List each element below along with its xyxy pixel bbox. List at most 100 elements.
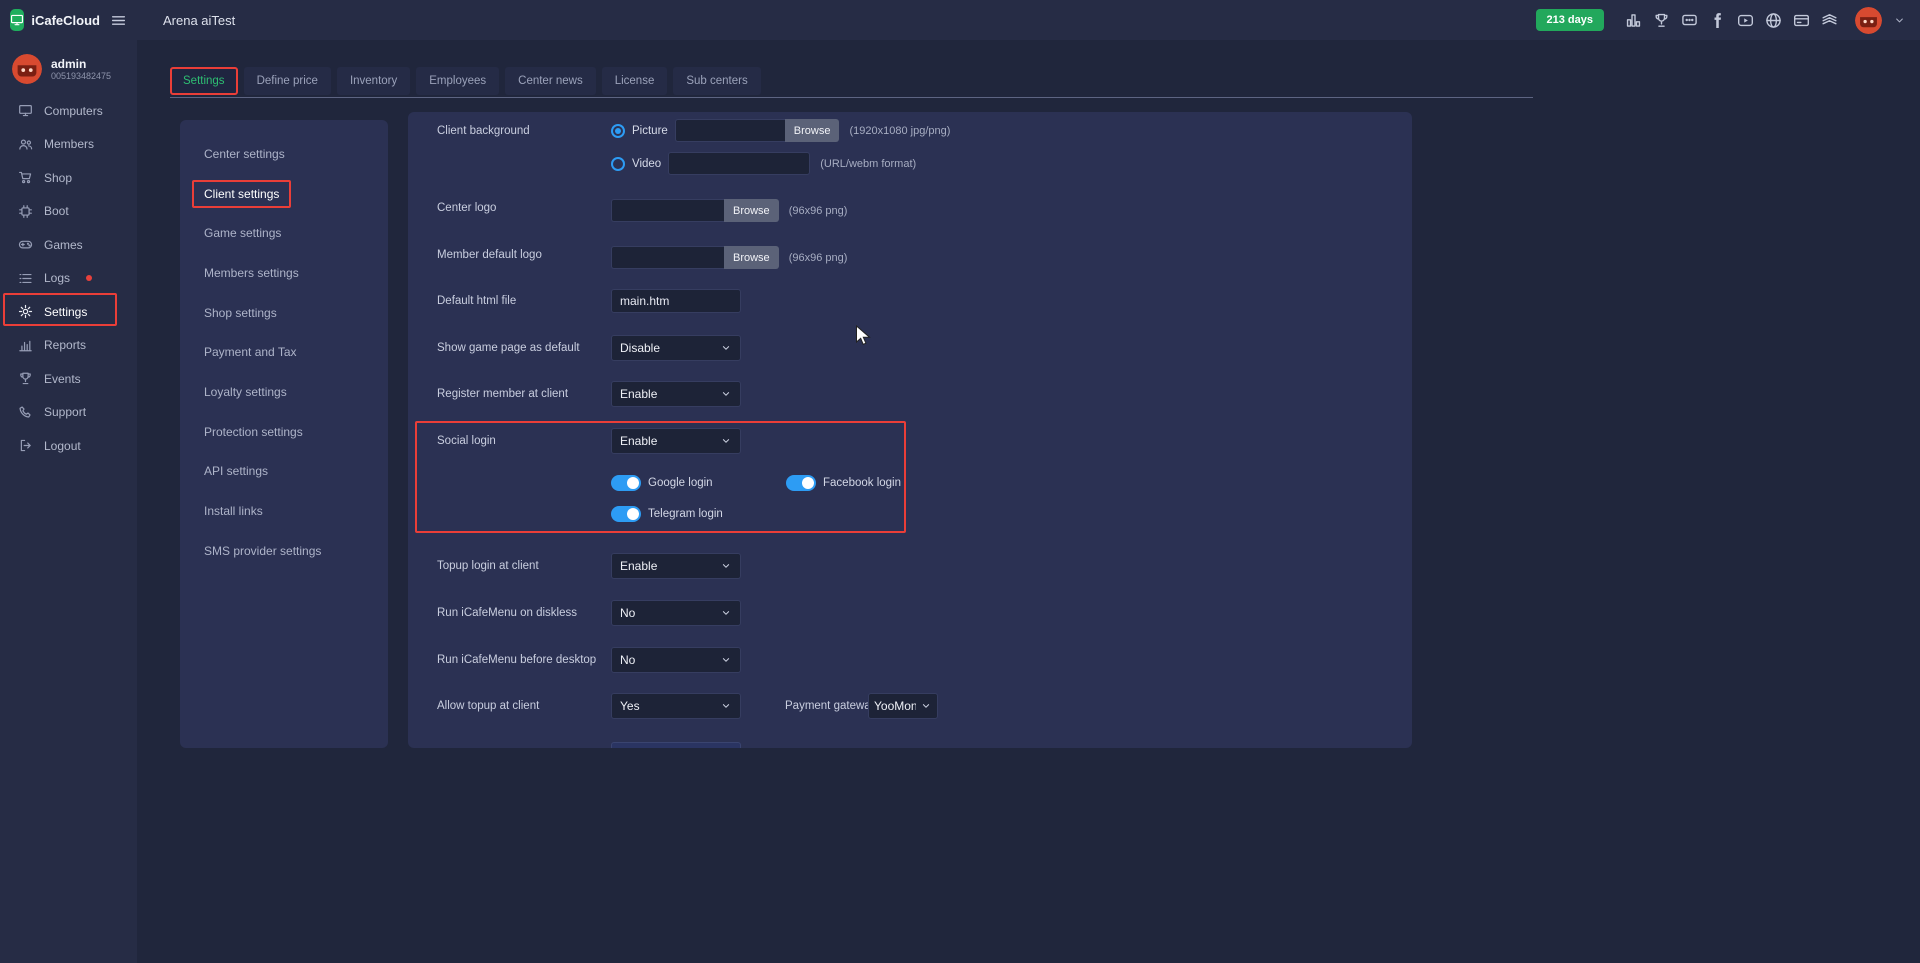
nav-game-settings[interactable]: Game settings (180, 213, 388, 253)
app-root: iCafeCloud Arena aiTest 213 days (0, 0, 1920, 963)
sidebar-item-label: Members (44, 137, 94, 151)
member-default-logo-row: Browse (96x96 png) (611, 246, 847, 269)
tab-employees[interactable]: Employees (416, 67, 499, 95)
billing-card-icon[interactable] (1793, 12, 1810, 29)
google-login-toggle[interactable] (611, 475, 641, 491)
members-icon (18, 137, 33, 152)
nav-item-label: Shop settings (204, 306, 277, 320)
center-logo-input[interactable] (611, 199, 724, 222)
sidebar-avatar (12, 54, 42, 84)
tab-define-price[interactable]: Define price (244, 67, 331, 95)
sidebar-item-label: Events (44, 372, 81, 386)
facebook-icon[interactable] (1709, 12, 1726, 29)
social-login-label: Social login (437, 435, 496, 447)
sidebar-item-label: Shop (44, 171, 72, 185)
user-name: admin (51, 57, 111, 71)
select-value: Enable (620, 559, 657, 573)
tab-bar: Settings Define price Inventory Employee… (170, 67, 1533, 98)
sidebar-item-boot[interactable]: Boot (0, 195, 137, 229)
picture-browse-button[interactable]: Browse (785, 119, 840, 142)
tab-settings[interactable]: Settings (170, 67, 238, 95)
video-url-input[interactable] (668, 152, 810, 175)
chevron-down-icon[interactable] (1893, 14, 1906, 27)
cart-icon (18, 170, 33, 185)
register-member-select[interactable]: Enable (611, 381, 741, 407)
tab-license[interactable]: License (602, 67, 668, 95)
google-login-row: Google login (611, 475, 713, 491)
sidebar-item-settings[interactable]: Settings (0, 295, 137, 329)
sidebar-user[interactable]: admin 005193482475 (0, 40, 137, 94)
member-logo-input[interactable] (611, 246, 724, 269)
client-settings-annotation-box: Client settings (192, 180, 291, 208)
nav-shop-settings[interactable]: Shop settings (180, 293, 388, 333)
run-icafemenu-desktop-select[interactable]: No (611, 647, 741, 673)
nav-sms-provider-settings[interactable]: SMS provider settings (180, 531, 388, 571)
nav-item-label: Client settings (204, 187, 279, 201)
default-html-file-row (611, 289, 741, 313)
nav-payment-and-tax[interactable]: Payment and Tax (180, 332, 388, 372)
user-avatar[interactable] (1855, 7, 1882, 34)
payment-gateway-select[interactable]: YooMoney (868, 693, 938, 719)
sidebar-item-computers[interactable]: Computers (0, 94, 137, 128)
client-background-video-row: Video (URL/webm format) (611, 152, 916, 175)
allow-topup-select[interactable]: Yes (611, 693, 741, 719)
sidebar-item-events[interactable]: Events (0, 362, 137, 396)
nav-loyalty-settings[interactable]: Loyalty settings (180, 372, 388, 412)
sidebar-item-games[interactable]: Games (0, 228, 137, 262)
center-logo-row: Browse (96x96 png) (611, 199, 847, 222)
picture-file-input[interactable] (675, 119, 785, 142)
nav-center-settings[interactable]: Center settings (180, 134, 388, 174)
video-radio[interactable] (611, 157, 625, 171)
nav-install-links[interactable]: Install links (180, 491, 388, 531)
show-game-page-label: Show game page as default (437, 342, 580, 354)
tab-center-news[interactable]: Center news (505, 67, 596, 95)
select-value: No (620, 606, 635, 620)
nav-item-label: Protection settings (204, 425, 303, 439)
social-login-select[interactable]: Enable (611, 428, 741, 454)
default-html-file-label: Default html file (437, 295, 516, 307)
trophy-icon[interactable] (1653, 12, 1670, 29)
nav-item-label: SMS provider settings (204, 544, 321, 558)
select-value: Disable (620, 341, 660, 355)
nav-client-settings[interactable]: Client settings (180, 174, 388, 214)
select-value: Yes (620, 699, 640, 713)
sidebar-item-label: Logout (44, 439, 81, 453)
run-icafemenu-diskless-select[interactable]: No (611, 600, 741, 626)
discord-icon[interactable] (1681, 12, 1698, 29)
menu-icon[interactable] (110, 12, 127, 29)
sidebar-item-members[interactable]: Members (0, 128, 137, 162)
sidebar-item-shop[interactable]: Shop (0, 161, 137, 195)
nav-api-settings[interactable]: API settings (180, 452, 388, 492)
globe-icon[interactable] (1765, 12, 1782, 29)
clipped-input[interactable] (611, 742, 741, 748)
member-default-logo-label: Member default logo (437, 249, 542, 261)
chevron-down-icon (920, 700, 932, 712)
sidebar-item-support[interactable]: Support (0, 396, 137, 430)
topup-login-select[interactable]: Enable (611, 553, 741, 579)
center-logo-browse-button[interactable]: Browse (724, 199, 779, 222)
facebook-login-toggle[interactable] (786, 475, 816, 491)
tab-inventory[interactable]: Inventory (337, 67, 410, 95)
layers-icon[interactable] (1821, 12, 1838, 29)
select-value: No (620, 653, 635, 667)
sidebar-item-logout[interactable]: Logout (0, 429, 137, 463)
sidebar-item-logs[interactable]: Logs (0, 262, 137, 296)
nav-protection-settings[interactable]: Protection settings (180, 412, 388, 452)
youtube-icon[interactable] (1737, 12, 1754, 29)
license-days-badge[interactable]: 213 days (1536, 9, 1604, 31)
nav-item-label: Game settings (204, 226, 281, 240)
nav-members-settings[interactable]: Members settings (180, 253, 388, 293)
default-html-file-input[interactable] (611, 289, 741, 313)
telegram-login-toggle[interactable] (611, 506, 641, 522)
show-game-page-select[interactable]: Disable (611, 335, 741, 361)
member-logo-browse-button[interactable]: Browse (724, 246, 779, 269)
tab-sub-centers[interactable]: Sub centers (673, 67, 760, 95)
sidebar-item-reports[interactable]: Reports (0, 329, 137, 363)
nav-item-label: Payment and Tax (204, 345, 297, 359)
sidebar-item-label: Games (44, 238, 83, 252)
picture-radio[interactable] (611, 124, 625, 138)
nav-item-label: Center settings (204, 147, 285, 161)
select-value: Enable (620, 434, 657, 448)
payment-gateway-label: Payment gateway (785, 700, 876, 712)
stats-icon[interactable] (1625, 12, 1642, 29)
